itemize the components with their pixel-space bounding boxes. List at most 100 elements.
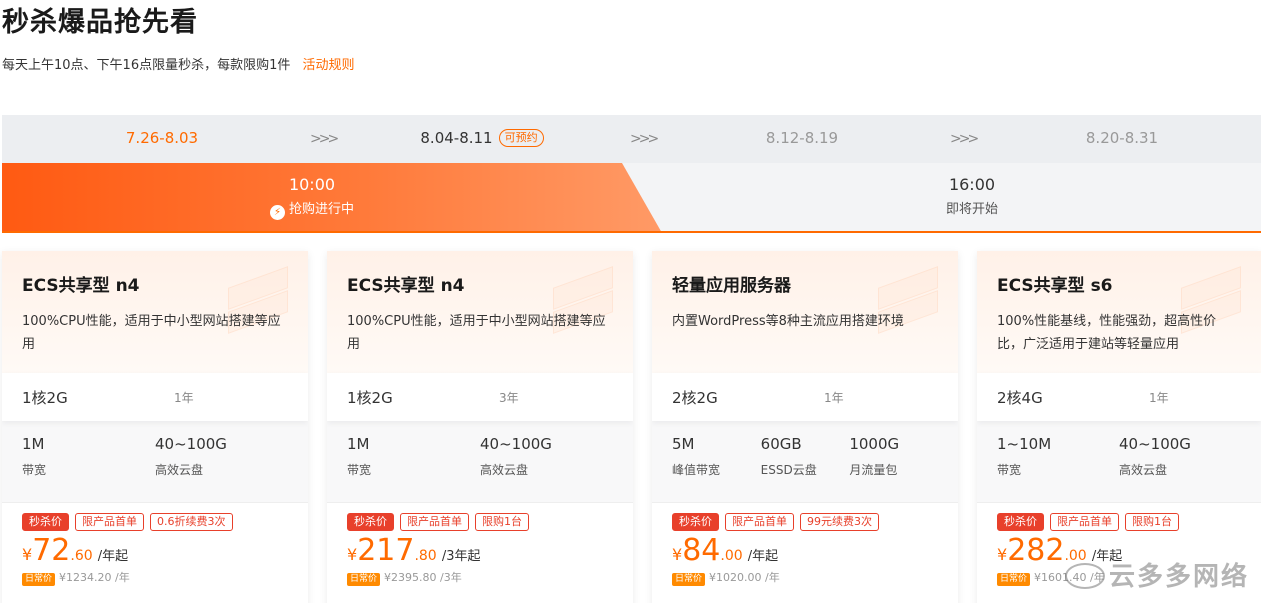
price-unit: /年起 <box>97 549 129 564</box>
lightning-icon: ⚡ <box>269 205 285 220</box>
rules-link[interactable]: 活动规则 <box>303 58 355 73</box>
attribute: 1M 带宽 <box>347 435 480 502</box>
daily-price-tag: 日常价 <box>22 573 56 586</box>
product-name: ECS共享型 n4 <box>347 276 465 296</box>
daily-price-tag: 日常价 <box>347 573 381 586</box>
slot-state-label: 抢购进行中 <box>288 202 354 217</box>
product-desc: 100%CPU性能，适用于中小型网站搭建等应用 <box>22 314 281 352</box>
date-tab-1[interactable]: 7.26-8.03 <box>52 115 272 163</box>
time-slot-bar: 10:00 ⚡ 抢购进行中 16:00 即将开始 <box>2 163 1261 233</box>
flash-price: ¥84.00 /年起 <box>672 533 938 568</box>
spec-value: 2核2G <box>672 388 718 407</box>
price-int: 72 <box>32 533 71 568</box>
date-separator: >>> <box>630 131 659 147</box>
price-int: 282 <box>1007 533 1065 568</box>
currency: ¥ <box>22 545 33 564</box>
currency: ¥ <box>672 545 683 564</box>
attr-key: 带宽 <box>997 463 1022 477</box>
price-int: 217 <box>357 533 415 568</box>
tags: 秒杀价 限产品首单 限购1台 <box>347 513 613 531</box>
time-slot-10[interactable]: 10:00 ⚡ 抢购进行中 <box>212 175 412 220</box>
attr-key: 带宽 <box>22 463 47 477</box>
product-desc: 内置WordPress等8种主流应用搭建环境 <box>672 314 904 329</box>
attributes: 1M 带宽 40~100G 高效云盘 <box>327 421 633 503</box>
card-header: ECS共享型 n4 100%CPU性能，适用于中小型网站搭建等应用 <box>2 251 308 373</box>
slot-state: 即将开始 <box>945 202 998 217</box>
price-unit: /年起 <box>747 549 779 564</box>
date-tab-3[interactable]: 8.12-8.19 <box>692 115 912 163</box>
product-card[interactable]: 轻量应用服务器 内置WordPress等8种主流应用搭建环境 2核2G 1年 5… <box>652 251 958 603</box>
term-value: 1年 <box>1149 390 1169 405</box>
spec-selector[interactable]: 1核2G 1年 <box>2 373 308 421</box>
attribute: 60GB ESSD云盘 <box>761 435 850 502</box>
attr-value: 1M <box>22 435 45 453</box>
attribute: 1M 带宽 <box>22 435 155 502</box>
flash-price: ¥72.60 /年起 <box>22 533 288 568</box>
product-name: ECS共享型 n4 <box>22 276 140 296</box>
attributes: 1~10M 带宽 40~100G 高效云盘 <box>977 421 1261 503</box>
watermark-text: 云多多网络 <box>1108 562 1249 592</box>
slot-state: ⚡ 抢购进行中 <box>212 198 412 220</box>
flash-price-tag: 秒杀价 <box>672 513 719 531</box>
price-unit: /3年起 <box>441 549 481 564</box>
term-value: 1年 <box>174 390 194 405</box>
date-tab-4[interactable]: 8.20-8.31 <box>1012 115 1232 163</box>
attr-value: 1M <box>347 435 370 453</box>
attributes: 1M 带宽 40~100G 高效云盘 <box>2 421 308 503</box>
date-tab-label: 8.20-8.31 <box>1085 129 1159 147</box>
attribute: 40~100G 高效云盘 <box>480 435 613 502</box>
time-slot-16[interactable]: 16:00 即将开始 <box>872 175 1072 217</box>
daily-price-value: ¥1020.00 /年 <box>709 571 780 584</box>
daily-price-value: ¥2395.80 /3年 <box>384 571 462 584</box>
attr-key: ESSD云盘 <box>760 463 817 477</box>
price-dec: .60 <box>70 548 93 564</box>
product-card[interactable]: ECS共享型 n4 100%CPU性能，适用于中小型网站搭建等应用 1核2G 1… <box>2 251 308 603</box>
attribute: 1~10M 带宽 <box>997 435 1119 502</box>
daily-price: 日常价 ¥1234.20 /年 <box>22 569 288 586</box>
product-card[interactable]: ECS共享型 n4 100%CPU性能，适用于中小型网站搭建等应用 1核2G 3… <box>327 251 633 603</box>
spec-selector[interactable]: 1核2G 3年 <box>327 373 633 421</box>
flash-price-tag: 秒杀价 <box>997 513 1044 531</box>
price-area: 秒杀价 限产品首单 0.6折续费3次 ¥72.60 /年起 日常价 ¥1234.2… <box>2 503 308 586</box>
attr-value: 1000G <box>849 435 900 453</box>
promo-tag: 0.6折续费3次 <box>150 513 233 531</box>
date-tab-label: 8.04-8.11 <box>420 129 493 147</box>
product-name: ECS共享型 s6 <box>997 276 1113 296</box>
price-area: 秒杀价 限产品首单 99元续费3次 ¥84.00 /年起 日常价 ¥1020.00… <box>652 503 958 586</box>
flash-price-tag: 秒杀价 <box>22 513 69 531</box>
attr-key: 高效云盘 <box>1119 463 1168 477</box>
date-tab-2[interactable]: 8.04-8.11 可预约 <box>372 115 592 163</box>
card-header: 轻量应用服务器 内置WordPress等8种主流应用搭建环境 <box>652 251 958 373</box>
daily-price: 日常价 ¥1020.00 /年 <box>672 569 938 586</box>
product-card[interactable]: ECS共享型 s6 100%性能基线，性能强劲，超高性价比，广泛适用于建站等轻量… <box>977 251 1261 603</box>
promo-tag: 限产品首单 <box>400 513 469 531</box>
price-int: 84 <box>682 533 721 568</box>
attr-key: 峰值带宽 <box>672 463 721 477</box>
attr-value: 1~10M <box>997 435 1052 453</box>
promo-tag: 限产品首单 <box>725 513 794 531</box>
term-value: 1年 <box>824 390 844 405</box>
weibo-logo-icon <box>1064 563 1105 589</box>
daily-price: 日常价 ¥2395.80 /3年 <box>347 569 613 586</box>
promo-tag: 限产品首单 <box>75 513 144 531</box>
attr-value: 40~100G <box>155 435 227 453</box>
product-name: 轻量应用服务器 <box>672 276 791 296</box>
spec-selector[interactable]: 2核4G 1年 <box>977 373 1261 421</box>
attr-key: 带宽 <box>347 463 372 477</box>
spec-selector[interactable]: 2核2G 1年 <box>652 373 958 421</box>
flash-price-tag: 秒杀价 <box>347 513 394 531</box>
price-dec: .80 <box>414 548 437 564</box>
attr-value: 40~100G <box>480 435 552 453</box>
tags: 秒杀价 限产品首单 0.6折续费3次 <box>22 513 288 531</box>
attribute: 5M 峰值带宽 <box>672 435 761 502</box>
attributes: 5M 峰值带宽 60GB ESSD云盘 1000G 月流量包 <box>652 421 958 503</box>
attr-value: 40~100G <box>1119 435 1191 453</box>
date-separator: >>> <box>310 131 339 147</box>
spec-value: 1核2G <box>22 388 68 407</box>
slot-time: 10:00 <box>288 175 336 194</box>
promo-tag: 限购1台 <box>1125 513 1179 531</box>
subtitle-text: 每天上午10点、下午16点限量秒杀，每款限购1件 <box>2 58 291 73</box>
attr-value: 60GB <box>760 435 802 453</box>
price-dec: .00 <box>720 548 743 564</box>
date-separator: >>> <box>950 131 979 147</box>
